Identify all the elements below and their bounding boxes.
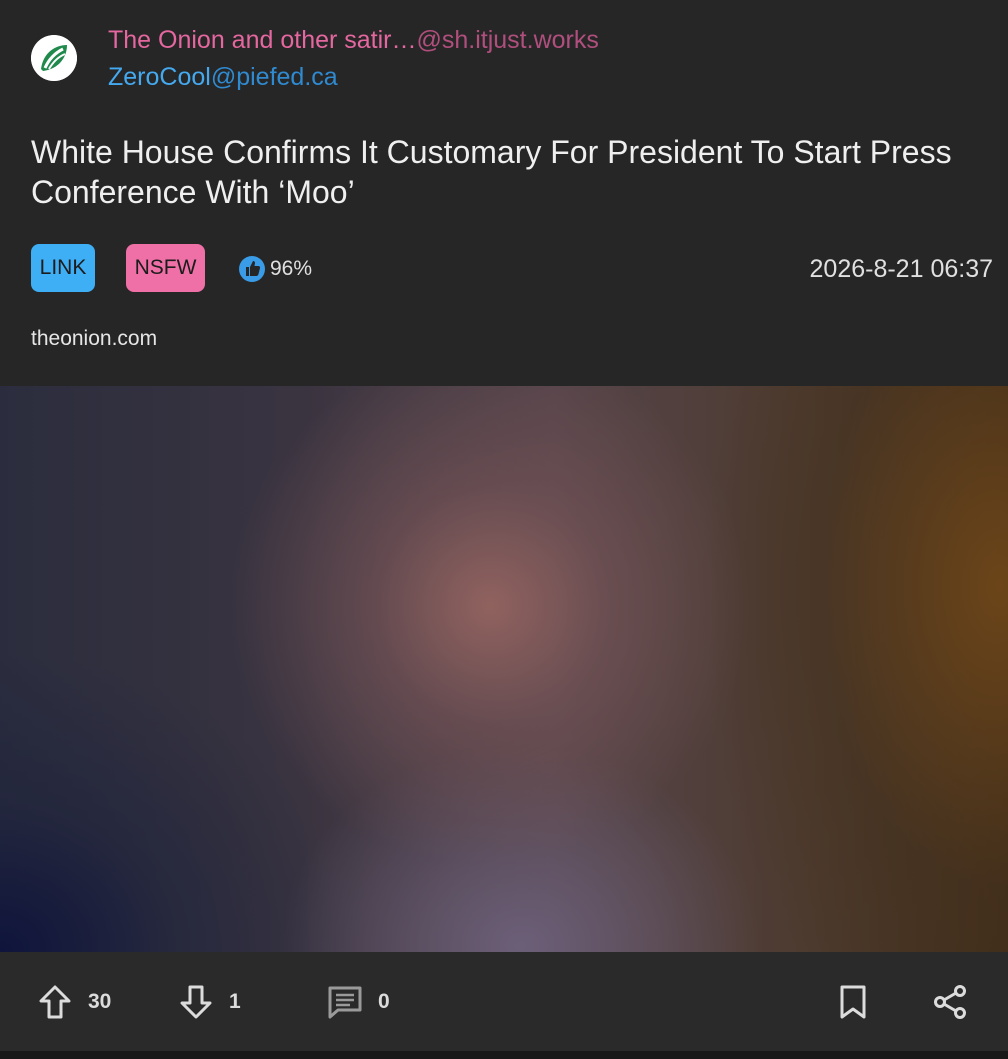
post-header: The Onion and other satir…@sh.itjust.wor… bbox=[0, 0, 1008, 110]
arrow-up-icon bbox=[39, 985, 71, 1018]
upvote-button[interactable]: 30 bbox=[36, 952, 111, 1051]
thumbs-up-icon bbox=[239, 256, 265, 282]
bottom-divider bbox=[0, 1051, 1008, 1059]
comments-button[interactable]: 0 bbox=[326, 952, 390, 1051]
post-meta: LINK NSFW 96% 2026-8-21 06:37 bbox=[0, 244, 1008, 292]
downvote-button[interactable]: 1 bbox=[177, 952, 241, 1051]
comment-count: 0 bbox=[378, 989, 390, 1013]
action-bar: 30 1 0 bbox=[0, 952, 1008, 1051]
post-title[interactable]: White House Confirms It Customary For Pr… bbox=[31, 132, 971, 212]
community-name[interactable]: The Onion and other satir… bbox=[108, 26, 417, 54]
bookmark-button[interactable] bbox=[834, 952, 872, 1051]
upvote-ratio-value: 96% bbox=[270, 257, 313, 280]
share-button[interactable] bbox=[931, 952, 969, 1051]
onion-logo-icon[interactable] bbox=[31, 35, 77, 81]
upvote-count: 30 bbox=[88, 989, 112, 1013]
comment-icon bbox=[328, 986, 362, 1018]
author-instance[interactable]: @piefed.ca bbox=[211, 63, 338, 91]
bookmark-icon bbox=[840, 985, 866, 1018]
link-domain[interactable]: theonion.com bbox=[31, 327, 157, 351]
post-date: 2026-8-21 06:37 bbox=[809, 255, 993, 283]
downvote-count: 1 bbox=[229, 989, 241, 1013]
community-instance[interactable]: @sh.itjust.works bbox=[417, 26, 599, 54]
upvote-ratio: 96% bbox=[238, 256, 312, 282]
post-card: The Onion and other satir…@sh.itjust.wor… bbox=[0, 0, 1008, 1059]
link-badge: LINK bbox=[31, 244, 95, 292]
post-thumbnail-blurred[interactable] bbox=[0, 386, 1008, 952]
community-link[interactable]: The Onion and other satir…@sh.itjust.wor… bbox=[108, 26, 599, 55]
share-icon bbox=[934, 984, 966, 1019]
nsfw-badge: NSFW bbox=[126, 244, 205, 292]
author-link[interactable]: ZeroCool@piefed.ca bbox=[108, 63, 338, 92]
arrow-down-icon bbox=[180, 985, 212, 1018]
author-name[interactable]: ZeroCool bbox=[108, 63, 211, 91]
